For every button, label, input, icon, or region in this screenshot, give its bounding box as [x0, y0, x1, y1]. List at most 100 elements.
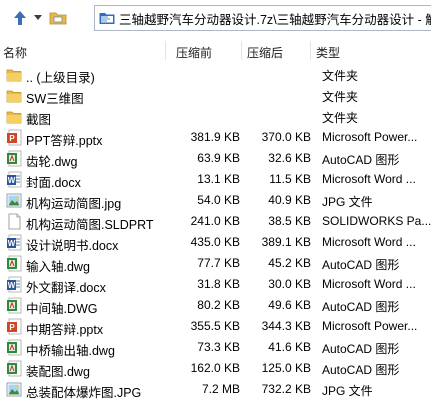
- file-compressed-size: 13.1 KB: [197, 172, 240, 186]
- address-path: 三轴越野汽车分动器设计.7z\三轴越野汽车分动器设计 - 解包: [119, 12, 431, 27]
- file-name: SW三维图: [26, 92, 84, 106]
- svg-text:P: P: [9, 134, 15, 143]
- folder-icon: [6, 87, 22, 104]
- file-name: 机构运动简图.SLDPRT: [26, 218, 154, 232]
- file-name: 装配图.dwg: [26, 365, 90, 379]
- column-compressed[interactable]: 压缩前: [176, 44, 212, 61]
- svg-text:W: W: [8, 176, 16, 185]
- dwg-icon: [6, 297, 22, 314]
- file-compressed-size: 162.0 KB: [190, 361, 240, 375]
- folder-icon: [99, 13, 115, 24]
- file-type: AutoCAD 图形: [322, 363, 400, 377]
- file-compressed-size: 63.9 KB: [197, 151, 240, 165]
- folder-tree-icon: [49, 12, 67, 25]
- pptx-icon: P: [6, 318, 22, 335]
- file-compressed-size: 241.0 KB: [190, 214, 240, 228]
- up-button[interactable]: [10, 8, 30, 28]
- file-compressed-size: 7.2 MB: [201, 382, 240, 396]
- file-name: 截图: [26, 113, 52, 127]
- file-type: 文件夹: [322, 90, 359, 104]
- file-compressed-size: 80.2 KB: [197, 298, 240, 312]
- file-original-size: 389.1 KB: [261, 235, 311, 249]
- file-original-size: 125.0 KB: [261, 361, 311, 375]
- file-name: 输入轴.dwg: [26, 260, 90, 274]
- file-type: Microsoft Power...: [322, 319, 418, 333]
- file-row[interactable]: SW三维图 文件夹: [0, 85, 431, 106]
- file-name: 设计说明书.docx: [26, 239, 119, 253]
- file-compressed-size: 381.9 KB: [190, 130, 240, 144]
- column-type[interactable]: 类型: [316, 44, 340, 61]
- file-original-size: 40.9 KB: [268, 193, 311, 207]
- file-row[interactable]: 总装配体爆炸图.JPG 7.2 MB 732.2 KB JPG 文件: [0, 379, 431, 400]
- column-header: 名称 压缩前 压缩后 类型: [0, 41, 431, 61]
- file-type: AutoCAD 图形: [322, 342, 400, 356]
- docx-icon: W: [6, 234, 22, 251]
- svg-text:W: W: [8, 239, 16, 248]
- file-type: AutoCAD 图形: [322, 300, 400, 314]
- arrow-up-icon: [14, 11, 26, 25]
- dwg-icon: [6, 360, 22, 377]
- file-original-size: 45.2 KB: [268, 256, 311, 270]
- svg-text:W: W: [8, 281, 16, 290]
- folder-view-button[interactable]: [48, 8, 68, 28]
- folder-icon: [6, 66, 22, 83]
- file-row[interactable]: W 设计说明书.docx 435.0 KB 389.1 KB Microsoft Wor…: [0, 232, 431, 253]
- file-compressed-size: 435.0 KB: [190, 235, 240, 249]
- file-name: .. (上级目录): [26, 71, 95, 85]
- column-divider[interactable]: [310, 41, 311, 60]
- file-name: 中期答辩.pptx: [26, 323, 104, 337]
- column-divider[interactable]: [165, 41, 166, 60]
- file-row[interactable]: P 中期答辩.pptx 355.5 KB 344.3 KB Microsoft Powe…: [0, 316, 431, 337]
- folder-icon: [6, 108, 22, 125]
- generic-file-icon: [6, 213, 22, 230]
- docx-icon: W: [6, 276, 22, 293]
- history-dropdown-button[interactable]: [31, 8, 45, 28]
- file-row[interactable]: W 封面.docx 13.1 KB 11.5 KB Microsoft Word ...: [0, 169, 431, 190]
- file-row[interactable]: 装配图.dwg 162.0 KB 125.0 KB AutoCAD 图形: [0, 358, 431, 379]
- file-row[interactable]: 齿轮.dwg 63.9 KB 32.6 KB AutoCAD 图形: [0, 148, 431, 169]
- file-name: 外文翻译.docx: [26, 281, 106, 295]
- file-row[interactable]: W 外文翻译.docx 31.8 KB 30.0 KB Microsoft Word .…: [0, 274, 431, 295]
- file-row[interactable]: 输入轴.dwg 77.7 KB 45.2 KB AutoCAD 图形: [0, 253, 431, 274]
- file-original-size: 32.6 KB: [268, 151, 311, 165]
- file-type: 文件夹: [322, 111, 359, 125]
- file-name: 机构运动简图.jpg: [26, 197, 122, 211]
- toolbar: 三轴越野汽车分动器设计.7z\三轴越野汽车分动器设计 - 解包: [0, 0, 431, 36]
- docx-icon: W: [6, 171, 22, 188]
- address-bar[interactable]: 三轴越野汽车分动器设计.7z\三轴越野汽车分动器设计 - 解包: [94, 5, 431, 31]
- file-type: 文件夹: [322, 69, 359, 83]
- file-type: JPG 文件: [322, 195, 373, 209]
- file-row[interactable]: P PPT答辩.pptx 381.9 KB 370.0 KB Microsoft Pow…: [0, 127, 431, 148]
- file-name: 封面.docx: [26, 176, 81, 190]
- file-original-size: 732.2 KB: [261, 382, 311, 396]
- file-row[interactable]: 截图 文件夹: [0, 106, 431, 127]
- file-original-size: 344.3 KB: [261, 319, 311, 333]
- dwg-icon: [6, 255, 22, 272]
- file-compressed-size: 54.0 KB: [197, 193, 240, 207]
- file-original-size: 370.0 KB: [261, 130, 311, 144]
- file-type: Microsoft Word ...: [322, 235, 416, 249]
- file-original-size: 11.5 KB: [269, 172, 311, 186]
- file-name: 中间轴.DWG: [26, 302, 98, 316]
- file-row[interactable]: 中间轴.DWG 80.2 KB 49.6 KB AutoCAD 图形: [0, 295, 431, 316]
- file-row[interactable]: 机构运动简图.jpg 54.0 KB 40.9 KB JPG 文件: [0, 190, 431, 211]
- file-type: AutoCAD 图形: [322, 258, 400, 272]
- file-compressed-size: 31.8 KB: [197, 277, 240, 291]
- pptx-icon: P: [6, 129, 22, 146]
- dwg-icon: [6, 150, 22, 167]
- file-type: Microsoft Word ...: [322, 277, 416, 291]
- file-name: 中桥输出轴.dwg: [26, 344, 115, 358]
- file-compressed-size: 73.3 KB: [197, 340, 240, 354]
- column-original[interactable]: 压缩后: [247, 44, 283, 61]
- column-divider[interactable]: [241, 41, 242, 60]
- file-row[interactable]: .. (上级目录) 文件夹: [0, 64, 431, 85]
- file-row[interactable]: 机构运动简图.SLDPRT 241.0 KB 38.5 KB SOLIDWORKS P…: [0, 211, 431, 232]
- chevron-down-icon: [34, 15, 42, 20]
- file-compressed-size: 355.5 KB: [190, 319, 240, 333]
- column-name[interactable]: 名称: [3, 44, 27, 61]
- file-type: AutoCAD 图形: [322, 153, 400, 167]
- jpg-icon: [6, 381, 22, 398]
- file-row[interactable]: 中桥输出轴.dwg 73.3 KB 41.6 KB AutoCAD 图形: [0, 337, 431, 358]
- file-type: SOLIDWORKS Pa...: [322, 214, 431, 228]
- file-name: 总装配体爆炸图.JPG: [26, 386, 142, 400]
